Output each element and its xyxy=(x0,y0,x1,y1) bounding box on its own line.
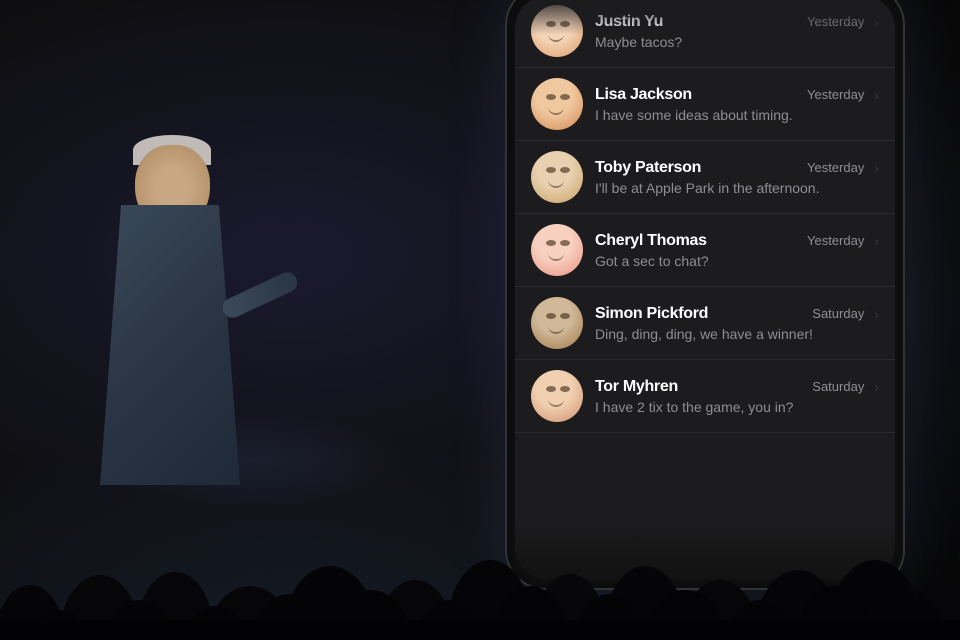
message-header-simon: Simon Pickford Saturday › xyxy=(595,305,879,323)
message-header-justin: Justin Yu Yesterday › xyxy=(595,13,879,31)
contact-name-tor: Tor Myhren xyxy=(595,378,678,396)
time-chevron-toby: Yesterday › xyxy=(807,160,879,176)
contact-name-justin: Justin Yu xyxy=(595,13,663,31)
avatar-toby xyxy=(531,151,583,203)
message-header-cheryl: Cheryl Thomas Yesterday › xyxy=(595,232,879,250)
message-content-toby: Toby Paterson Yesterday › I'll be at App… xyxy=(595,159,879,196)
message-item-lisa[interactable]: Lisa Jackson Yesterday › I have some ide… xyxy=(515,68,895,141)
time-chevron-justin: Yesterday › xyxy=(807,14,879,30)
avatar-cheryl xyxy=(531,224,583,276)
avatar-lisa xyxy=(531,78,583,130)
contact-name-cheryl: Cheryl Thomas xyxy=(595,232,707,250)
chevron-icon-cheryl: › xyxy=(874,233,879,249)
contact-name-lisa: Lisa Jackson xyxy=(595,86,692,104)
audience-svg xyxy=(0,480,960,640)
message-item-cheryl[interactable]: Cheryl Thomas Yesterday › Got a sec to c… xyxy=(515,214,895,287)
time-chevron-cheryl: Yesterday › xyxy=(807,233,879,249)
chevron-icon-justin: › xyxy=(874,14,879,30)
chevron-icon-tor: › xyxy=(874,379,879,395)
message-content-tor: Tor Myhren Saturday › I have 2 tix to th… xyxy=(595,378,879,415)
message-item-toby[interactable]: Toby Paterson Yesterday › I'll be at App… xyxy=(515,141,895,214)
message-content-simon: Simon Pickford Saturday › Ding, ding, di… xyxy=(595,305,879,342)
message-time-toby: Yesterday xyxy=(807,160,864,175)
chevron-icon-simon: › xyxy=(874,306,879,322)
chevron-icon-toby: › xyxy=(874,160,879,176)
message-content-cheryl: Cheryl Thomas Yesterday › Got a sec to c… xyxy=(595,232,879,269)
message-time-lisa: Yesterday xyxy=(807,87,864,102)
message-time-cheryl: Yesterday xyxy=(807,233,864,248)
time-chevron-tor: Saturday › xyxy=(812,379,879,395)
message-preview-simon: Ding, ding, ding, we have a winner! xyxy=(595,326,879,342)
message-preview-tor: I have 2 tix to the game, you in? xyxy=(595,399,879,415)
time-chevron-simon: Saturday › xyxy=(812,306,879,322)
message-content-lisa: Lisa Jackson Yesterday › I have some ide… xyxy=(595,86,879,123)
speaker-arm xyxy=(220,269,301,321)
message-content-justin: Justin Yu Yesterday › Maybe tacos? xyxy=(595,13,879,50)
message-time-simon: Saturday xyxy=(812,306,864,321)
message-time-justin: Yesterday xyxy=(807,14,864,29)
message-preview-lisa: I have some ideas about timing. xyxy=(595,107,879,123)
message-preview-justin: Maybe tacos? xyxy=(595,34,879,50)
time-chevron-lisa: Yesterday › xyxy=(807,87,879,103)
audience-silhouettes xyxy=(0,480,960,640)
message-item-justin[interactable]: Justin Yu Yesterday › Maybe tacos? xyxy=(515,0,895,68)
message-header-tor: Tor Myhren Saturday › xyxy=(595,378,879,396)
message-time-tor: Saturday xyxy=(812,379,864,394)
avatar-justin xyxy=(531,5,583,57)
message-item-simon[interactable]: Simon Pickford Saturday › Ding, ding, di… xyxy=(515,287,895,360)
message-preview-toby: I'll be at Apple Park in the afternoon. xyxy=(595,180,879,196)
speaker-body xyxy=(100,205,240,485)
message-header-lisa: Lisa Jackson Yesterday › xyxy=(595,86,879,104)
contact-name-simon: Simon Pickford xyxy=(595,305,708,323)
avatar-simon xyxy=(531,297,583,349)
message-header-toby: Toby Paterson Yesterday › xyxy=(595,159,879,177)
speaker-figure xyxy=(50,145,330,485)
chevron-icon-lisa: › xyxy=(874,87,879,103)
message-item-tor[interactable]: Tor Myhren Saturday › I have 2 tix to th… xyxy=(515,360,895,433)
avatar-tor xyxy=(531,370,583,422)
message-preview-cheryl: Got a sec to chat? xyxy=(595,253,879,269)
contact-name-toby: Toby Paterson xyxy=(595,159,701,177)
